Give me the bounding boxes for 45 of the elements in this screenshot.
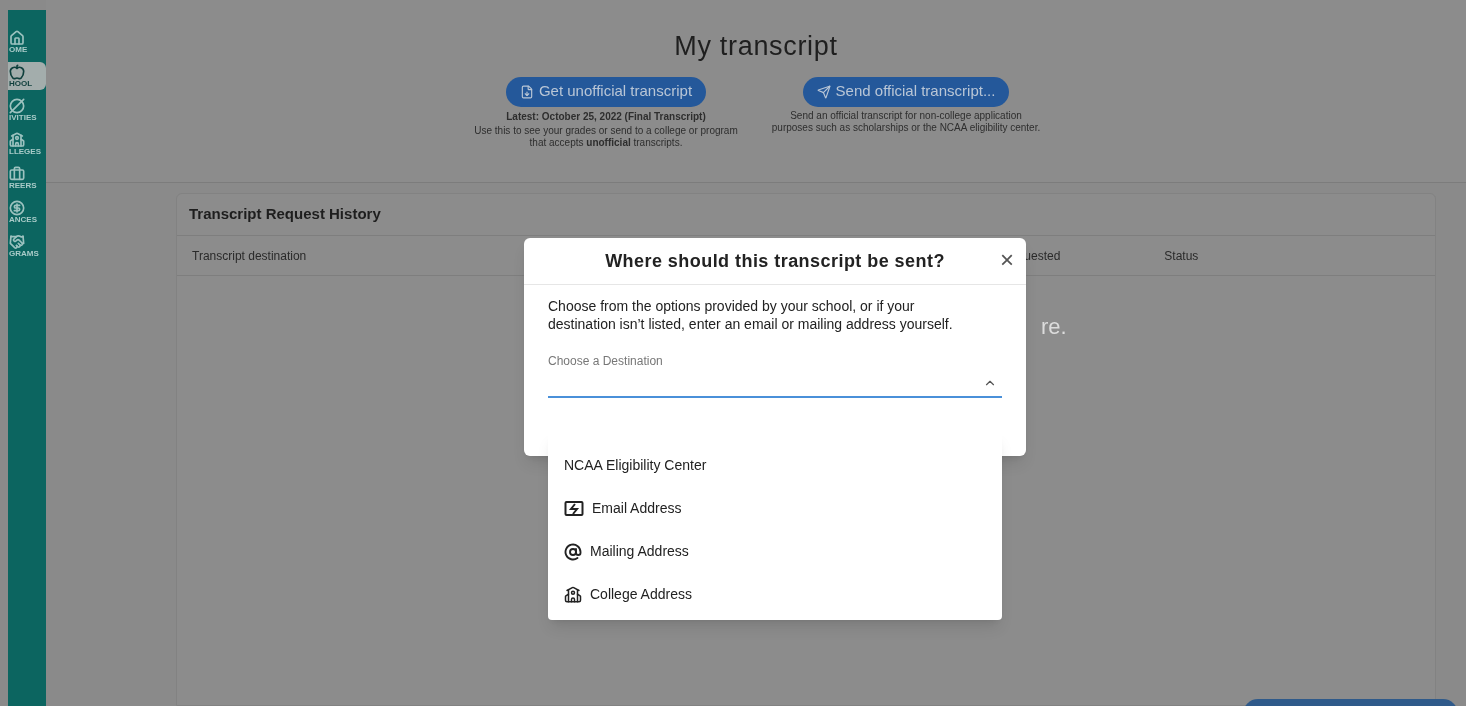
empty-message: re. <box>1041 314 1067 339</box>
slashed-circle-icon <box>9 98 25 114</box>
transcript-button[interactable]: Get unofficial transcript <box>505 76 707 107</box>
sidebar-label: HOOL <box>9 80 33 88</box>
button-description: Send an official transcript for non-college application purposes such as scholarships or the NCAA eligibility center. <box>771 109 1041 134</box>
page-title: My transcript <box>674 30 838 63</box>
dropdown-option[interactable]: Mailing Address <box>548 530 1002 573</box>
button-description: Latest: October 25, 2022 (Final Transcript) <box>506 110 706 123</box>
sidebar-item[interactable]: GRAMS <box>8 232 46 260</box>
button-description: Use this to see your grades or send to a college or program that accepts unofficial transcripts. <box>473 124 739 149</box>
column-header: Status <box>1164 247 1199 265</box>
close-button[interactable]: × <box>1000 248 1014 272</box>
dropdown-option[interactable]: NCAA Eligibility Center <box>548 444 1002 487</box>
dialog-description: Choose from the options provided by your school, or if your destination isn’t listed, enter an email or mailing address yourself. <box>547 297 954 333</box>
dropdown-option[interactable]: College Address <box>548 573 1002 616</box>
sidebar-item[interactable]: ANCES <box>8 198 46 226</box>
lightning-box-icon <box>564 499 584 518</box>
sidebar-item[interactable]: HOOL <box>8 62 46 90</box>
dollar-icon <box>9 200 25 216</box>
briefcase-icon <box>9 166 25 182</box>
sidebar-label: LLEGES <box>9 148 41 156</box>
sidebar-label: REERS <box>9 182 37 190</box>
field-label: Choose a Destination <box>548 354 663 368</box>
send-icon <box>816 84 831 99</box>
at-sign-icon <box>564 542 582 561</box>
school-icon <box>9 132 25 148</box>
sidebar-label: IVITIES <box>9 114 37 122</box>
sidebar-item[interactable]: OME <box>8 28 46 56</box>
card-title: Transcript Request History <box>177 194 1435 236</box>
sidebar-item[interactable]: LLEGES <box>8 130 46 158</box>
sidebar-label: GRAMS <box>9 250 39 258</box>
destination-select[interactable]: Choose a Destination <box>548 348 1002 398</box>
sidebar-item[interactable]: IVITIES <box>8 96 46 124</box>
sidebar-label: OME <box>9 46 28 54</box>
school-icon <box>564 585 582 604</box>
sidebar-item[interactable]: REERS <box>8 164 46 192</box>
home-icon <box>9 30 25 46</box>
sidebar-label: ANCES <box>9 216 37 224</box>
dialog-title: Where should this transcript be sent? <box>605 249 945 273</box>
file-download-icon <box>519 84 534 99</box>
dropdown-option[interactable]: Email Address <box>548 487 1002 530</box>
handshake-icon <box>9 234 25 250</box>
transcript-button[interactable]: Send official transcript... <box>802 76 1010 107</box>
apple-icon <box>9 64 25 80</box>
column-header: Transcript destination <box>192 247 307 265</box>
